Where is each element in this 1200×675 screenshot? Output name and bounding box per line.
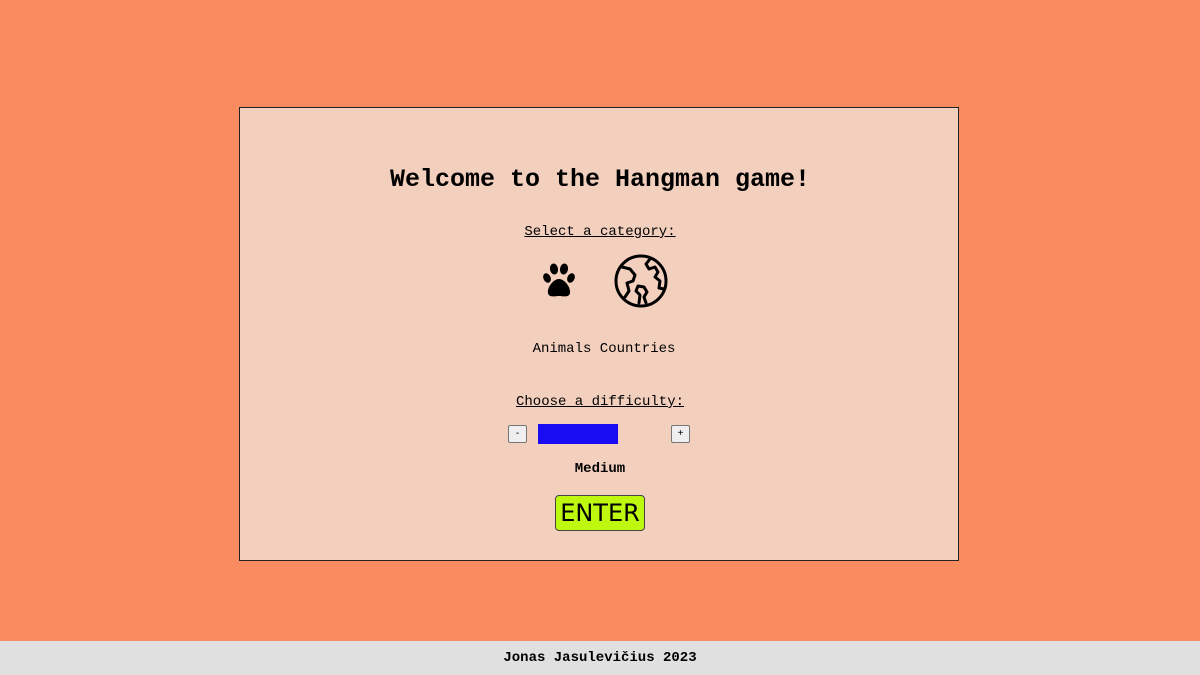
footer: Jonas Jasulevičius 2023 bbox=[0, 641, 1200, 675]
category-countries[interactable]: Countries bbox=[600, 341, 676, 357]
paw-icon[interactable] bbox=[539, 261, 579, 301]
category-prompt: Select a category: bbox=[524, 224, 676, 240]
difficulty-value: Medium bbox=[574, 461, 626, 477]
category-animals[interactable]: Animals bbox=[533, 341, 592, 357]
footer-credit: Jonas Jasulevičius 2023 bbox=[503, 650, 697, 666]
increase-difficulty-button[interactable]: + bbox=[671, 425, 690, 443]
difficulty-meter-fill bbox=[538, 424, 618, 444]
enter-button[interactable]: ENTER bbox=[555, 495, 645, 531]
category-names: Animals Countries bbox=[0, 340, 1200, 358]
difficulty-prompt: Choose a difficulty: bbox=[515, 394, 685, 410]
decrease-difficulty-button[interactable]: - bbox=[508, 425, 527, 443]
globe-icon[interactable] bbox=[613, 253, 669, 309]
difficulty-meter bbox=[538, 424, 658, 444]
page-title: Welcome to the Hangman game! bbox=[389, 165, 811, 194]
